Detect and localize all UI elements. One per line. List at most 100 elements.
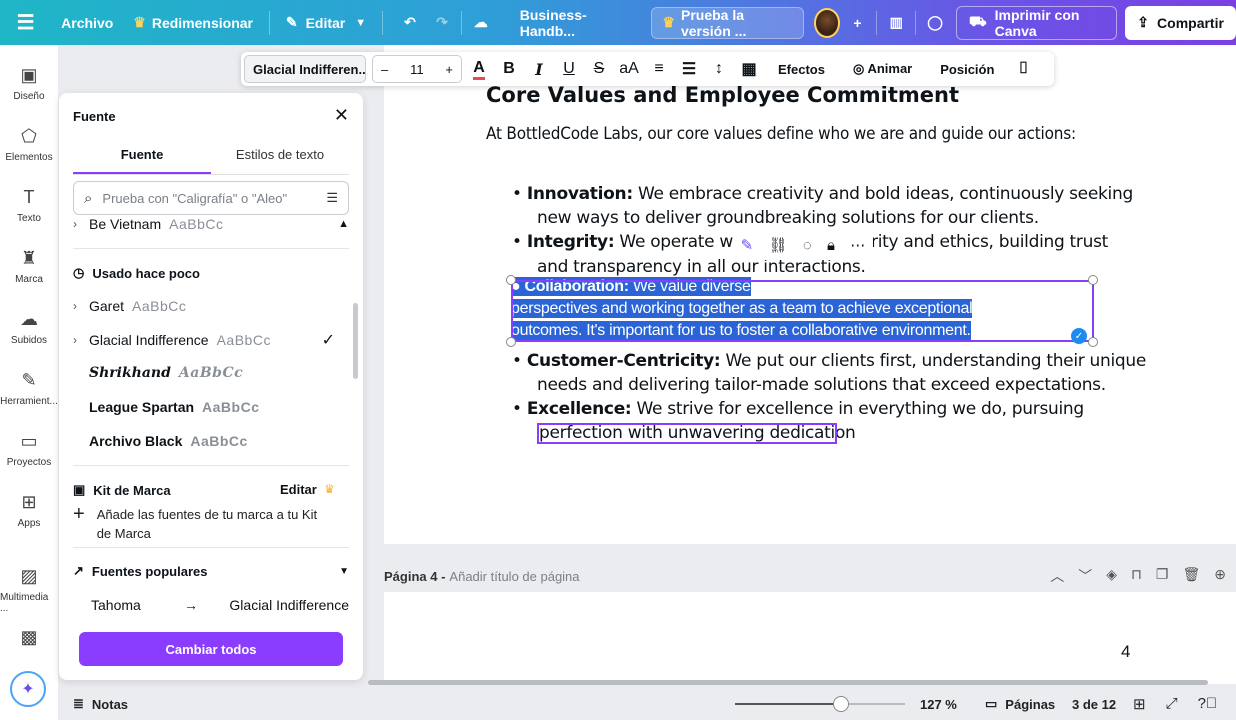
- main-menu-button[interactable]: ☰: [0, 7, 51, 39]
- minus-icon[interactable]: –: [381, 62, 388, 77]
- align-button[interactable]: ≡: [644, 54, 674, 84]
- bold-button[interactable]: B: [494, 54, 524, 84]
- doc-intro[interactable]: At BottledCode Labs, our core values def…: [486, 124, 1076, 144]
- fullscreen-icon[interactable]: ⤢: [1166, 695, 1178, 713]
- zoom-knob[interactable]: [833, 696, 849, 712]
- add-brand-fonts[interactable]: + Añade las fuentes de tu marca a tu Kit …: [73, 504, 333, 543]
- font-item[interactable]: League Spartan AaBbCc: [73, 392, 349, 422]
- doc-heading[interactable]: Core Values and Employee Commitment: [486, 83, 959, 107]
- grid-view-icon[interactable]: ⊞: [1133, 695, 1146, 713]
- change-all-button[interactable]: Cambiar todos: [79, 632, 343, 666]
- comments-button[interactable]: ◯: [922, 8, 948, 38]
- resize-button[interactable]: ♛ Redimensionar: [123, 7, 263, 39]
- rail-item-proyectos[interactable]: ▭ Proyectos: [0, 431, 58, 468]
- magic-write-icon[interactable]: ✎: [741, 236, 754, 254]
- resize-handle[interactable]: [1088, 275, 1098, 285]
- notes-button[interactable]: ≣ Notas: [73, 696, 128, 712]
- share-button[interactable]: ⇪ Compartir: [1125, 5, 1236, 40]
- rail-item-texto[interactable]: T Texto: [0, 187, 58, 224]
- font-selector[interactable]: Glacial Indifferen...: [244, 55, 366, 83]
- trial-button[interactable]: ♛ Prueba la versión ...: [651, 6, 804, 39]
- case-button[interactable]: aA: [614, 54, 644, 84]
- list-button[interactable]: ☰: [674, 54, 704, 84]
- rail-item-herramientas[interactable]: ✎ Herramient...: [0, 370, 58, 407]
- font-size-stepper[interactable]: – 11 +: [372, 55, 462, 83]
- font-size-value[interactable]: 11: [410, 62, 424, 77]
- redo-button[interactable]: ↷: [429, 8, 455, 38]
- chevron-up-icon[interactable]: ︿: [1050, 566, 1064, 586]
- strikethrough-button[interactable]: S: [584, 54, 614, 84]
- font-item[interactable]: Shrikhand AaBbCc: [73, 358, 349, 388]
- panel-scrollbar[interactable]: [353, 303, 358, 379]
- italic-button[interactable]: I: [524, 54, 554, 84]
- archivo-menu[interactable]: Archivo: [51, 7, 123, 39]
- rail-item-multimedia[interactable]: ▨ Multimedia ...: [0, 566, 58, 614]
- avatar[interactable]: [813, 7, 841, 38]
- help-icon[interactable]: ?⃝: [1198, 695, 1218, 713]
- selection-box[interactable]: [511, 280, 1094, 342]
- bullet-line[interactable]: • Innovation: We embrace creativity and …: [512, 184, 1133, 204]
- animate-button[interactable]: ◎ Animar: [839, 61, 926, 77]
- transparency-button[interactable]: ▦: [734, 54, 764, 84]
- chevron-down-icon[interactable]: ﹀: [1078, 566, 1092, 586]
- undo-button[interactable]: ↶: [397, 8, 423, 38]
- kit-edit-button[interactable]: Editar: [280, 482, 317, 497]
- bullet-line[interactable]: • Customer-Centricity: We put our client…: [512, 351, 1146, 371]
- tab-estilos[interactable]: Estilos de texto: [211, 141, 349, 174]
- position-button[interactable]: Posición: [926, 62, 1008, 77]
- pages-button[interactable]: ▭ Páginas: [985, 696, 1055, 712]
- page-count[interactable]: 3 de 12: [1072, 697, 1116, 712]
- trash-icon[interactable]: 🗑︎: [1182, 566, 1200, 586]
- tab-fuente[interactable]: Fuente: [73, 141, 211, 174]
- comment-add-icon[interactable]: ◌: [803, 237, 812, 254]
- zoom-level[interactable]: 127 %: [920, 697, 957, 712]
- rail-item-marca[interactable]: ♜ Marca: [0, 248, 58, 285]
- hide-icon[interactable]: ◈: [1106, 566, 1117, 586]
- cloud-save-button[interactable]: ☁: [468, 8, 494, 38]
- edit-mode-button[interactable]: ✎ Editar ▼: [276, 7, 376, 39]
- rail-item-apps[interactable]: ⊞ Apps: [0, 492, 58, 529]
- horizontal-scrollbar[interactable]: [368, 680, 1208, 685]
- bullet-line[interactable]: needs and delivering tailor-made solutio…: [537, 375, 1106, 395]
- document-title[interactable]: Business-Handb...: [506, 7, 640, 39]
- bullet-line[interactable]: and transparency in all our interactions…: [537, 257, 866, 277]
- add-collaborator-button[interactable]: +: [844, 8, 870, 38]
- close-icon[interactable]: ✕: [334, 105, 349, 126]
- more-icon[interactable]: ⋯: [850, 236, 865, 254]
- resize-handle[interactable]: [506, 337, 516, 347]
- bullet-line[interactable]: rity and ethics, building trust: [871, 232, 1108, 252]
- filter-icon[interactable]: ☰: [326, 190, 338, 206]
- effects-button[interactable]: Efectos: [764, 62, 839, 77]
- bullet-line[interactable]: • Integrity: We operate with: [512, 232, 755, 252]
- underline-button[interactable]: U: [554, 54, 584, 84]
- print-button[interactable]: ⛟ Imprimir con Canva: [956, 5, 1118, 40]
- spacing-button[interactable]: ↕: [704, 54, 734, 84]
- text-color-button[interactable]: A: [464, 54, 494, 84]
- rail-item-photos[interactable]: ▩: [0, 627, 58, 653]
- plus-icon[interactable]: +: [445, 62, 453, 77]
- font-item[interactable]: › Glacial Indifference AaBbCc ✓: [73, 325, 349, 355]
- insights-button[interactable]: ▥: [883, 8, 909, 38]
- resize-handle[interactable]: [1088, 337, 1098, 347]
- magic-button[interactable]: ✦: [10, 671, 46, 707]
- chevron-up-icon[interactable]: ▲: [338, 218, 349, 230]
- lock-icon[interactable]: 🔒︎: [827, 237, 835, 254]
- rail-item-diseno[interactable]: ▣ Diseño: [0, 65, 58, 102]
- bullet-line[interactable]: new ways to deliver groundbreaking solut…: [537, 208, 1039, 228]
- lock-icon[interactable]: ⊓: [1131, 566, 1142, 586]
- popular-header[interactable]: ↗ Fuentes populares ▼: [73, 563, 349, 579]
- bullet-line[interactable]: • Excellence: We strive for excellence i…: [512, 399, 1084, 419]
- font-item[interactable]: › Be Vietnam AaBbCc ▲: [73, 210, 349, 238]
- add-page-icon[interactable]: ⊕: [1214, 566, 1226, 586]
- font-item[interactable]: › Garet AaBbCc: [73, 291, 349, 321]
- link-icon[interactable]: ⛓: [769, 236, 788, 254]
- canvas-page-4[interactable]: [384, 592, 1236, 684]
- resize-handle[interactable]: [506, 275, 516, 285]
- font-item[interactable]: Archivo Black AaBbCc: [73, 426, 349, 456]
- rail-item-subidos[interactable]: ☁ Subidos: [0, 309, 58, 346]
- duplicate-icon[interactable]: ❐: [1156, 566, 1169, 586]
- rail-item-elementos[interactable]: ⬠ Elementos: [0, 126, 58, 163]
- search-input[interactable]: Prueba con "Caligrafía" o "Aleo": [102, 191, 287, 206]
- paint-format-button[interactable]: ⌷: [1008, 54, 1038, 84]
- page-title-input[interactable]: Añadir título de página: [449, 569, 579, 584]
